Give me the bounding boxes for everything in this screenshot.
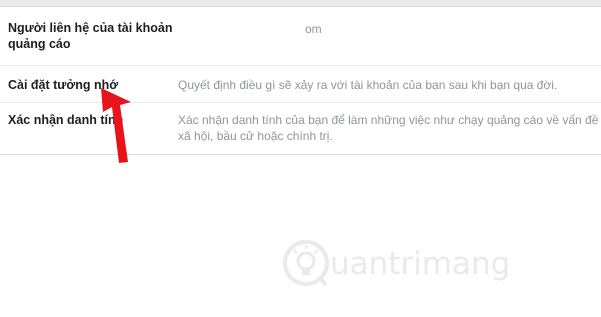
settings-row-ad-account-contact[interactable]: Người liên hệ của tài khoản quảng cáo om [0,7,601,65]
settings-row-value: Xác nhận danh tính của bạn để làm những … [178,113,599,143]
settings-row-identity-confirmation[interactable]: Xác nhận danh tính Xác nhận danh tính củ… [0,102,601,154]
quantrimang-logo-icon [283,240,329,287]
settings-table: Người liên hệ của tài khoản quảng cáo om… [0,7,601,155]
settings-row-memorialization[interactable]: Cài đặt tưởng nhớ Quyết định điều gì sẽ … [0,65,601,102]
settings-row-value: Quyết định điều gì sẽ xảy ra với tài kho… [178,78,558,92]
screenshot-frame: Người liên hệ của tài khoản quảng cáo om… [0,0,601,317]
settings-row-label: Xác nhận danh tính [8,113,124,127]
settings-row-label: Cài đặt tưởng nhớ [8,78,119,92]
label-line-1: Người liên hệ của tài khoản [8,21,173,35]
watermark-text: uantrimang [330,246,511,282]
label-line-2: quảng cáo [8,37,71,51]
quantrimang-watermark: uantrimang [282,233,512,293]
arrow-shape [101,88,131,163]
red-arrow-annotation-icon [101,88,131,163]
settings-row-value: om [305,22,322,36]
top-border [0,0,601,7]
settings-row-label: Người liên hệ của tài khoản quảng cáo [8,20,173,52]
